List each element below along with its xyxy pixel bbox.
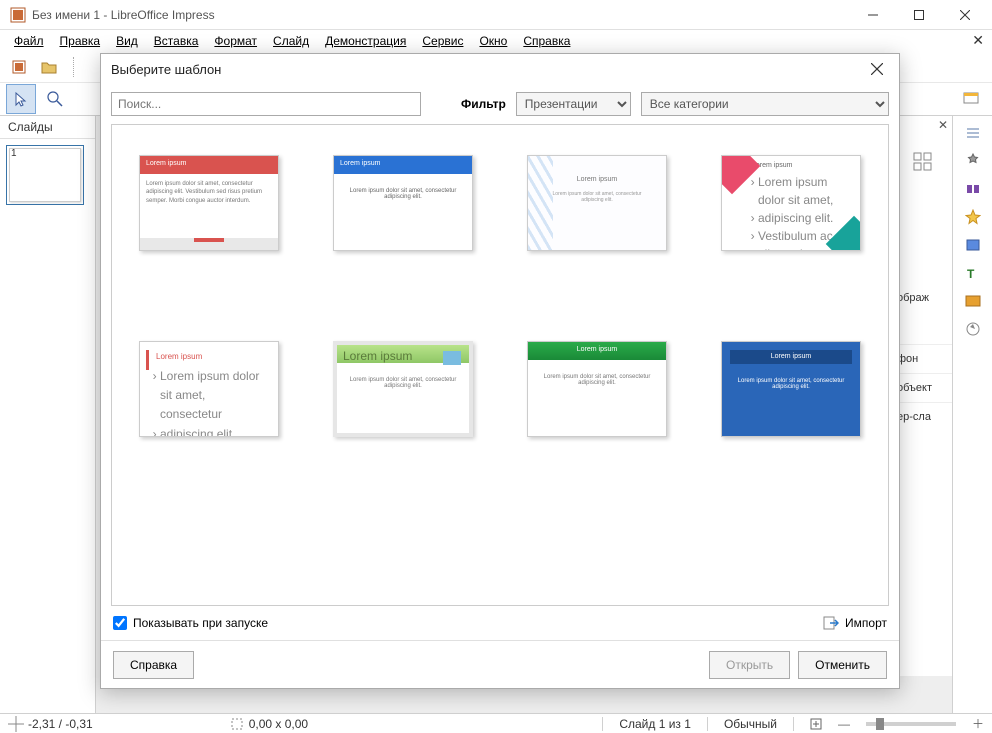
template-item[interactable]: Lorem ipsum Lorem ipsum dolor sit amet, … (139, 155, 279, 251)
open-button[interactable]: Открыть (709, 651, 790, 679)
template-item[interactable]: Lorem ipsum Lorem ipsum dolor sit amet,a… (721, 155, 861, 251)
filter-label: Фильтр (461, 97, 506, 111)
template-dialog: Выберите шаблон Фильтр Презентации Все к… (100, 53, 900, 689)
dialog-close-button[interactable] (865, 57, 889, 81)
cancel-button[interactable]: Отменить (798, 651, 887, 679)
dialog-button-row: Справка Открыть Отменить (101, 640, 899, 688)
template-item[interactable]: Lorem ipsum Lorem ipsum dolor sit amet, … (333, 155, 473, 251)
import-button[interactable]: Импорт (823, 615, 887, 631)
filter-type-select[interactable]: Презентации (516, 92, 631, 116)
template-item[interactable]: Lorem ipsum Lorem ipsum dolor sit amet, … (139, 341, 279, 437)
dialog-options-row: Показывать при запуске Импорт (101, 606, 899, 640)
show-on-startup-checkbox[interactable]: Показывать при запуске (113, 616, 268, 630)
show-on-startup-label: Показывать при запуске (133, 616, 268, 630)
filter-category-select[interactable]: Все категории (641, 92, 889, 116)
dialog-header: Выберите шаблон (101, 54, 899, 84)
dialog-title: Выберите шаблон (111, 62, 865, 77)
search-input[interactable] (111, 92, 421, 116)
template-item[interactable]: Lorem ipsum Lorem ipsum dolor sit amet, … (527, 341, 667, 437)
template-item[interactable]: Lorem ipsum Lorem ipsum dolor sit amet, … (333, 341, 473, 437)
show-on-startup-input[interactable] (113, 616, 127, 630)
modal-backdrop: Выберите шаблон Фильтр Презентации Все к… (0, 0, 992, 733)
import-label: Импорт (845, 616, 887, 630)
import-icon (823, 615, 839, 631)
help-button[interactable]: Справка (113, 651, 194, 679)
dialog-filter-bar: Фильтр Презентации Все категории (101, 84, 899, 124)
template-list[interactable]: Lorem ipsum Lorem ipsum dolor sit amet, … (111, 124, 889, 606)
template-item[interactable]: Lorem ipsum Lorem ipsum dolor sit amet, … (527, 155, 667, 251)
template-item[interactable]: Lorem ipsum Lorem ipsum dolor sit amet, … (721, 341, 861, 437)
